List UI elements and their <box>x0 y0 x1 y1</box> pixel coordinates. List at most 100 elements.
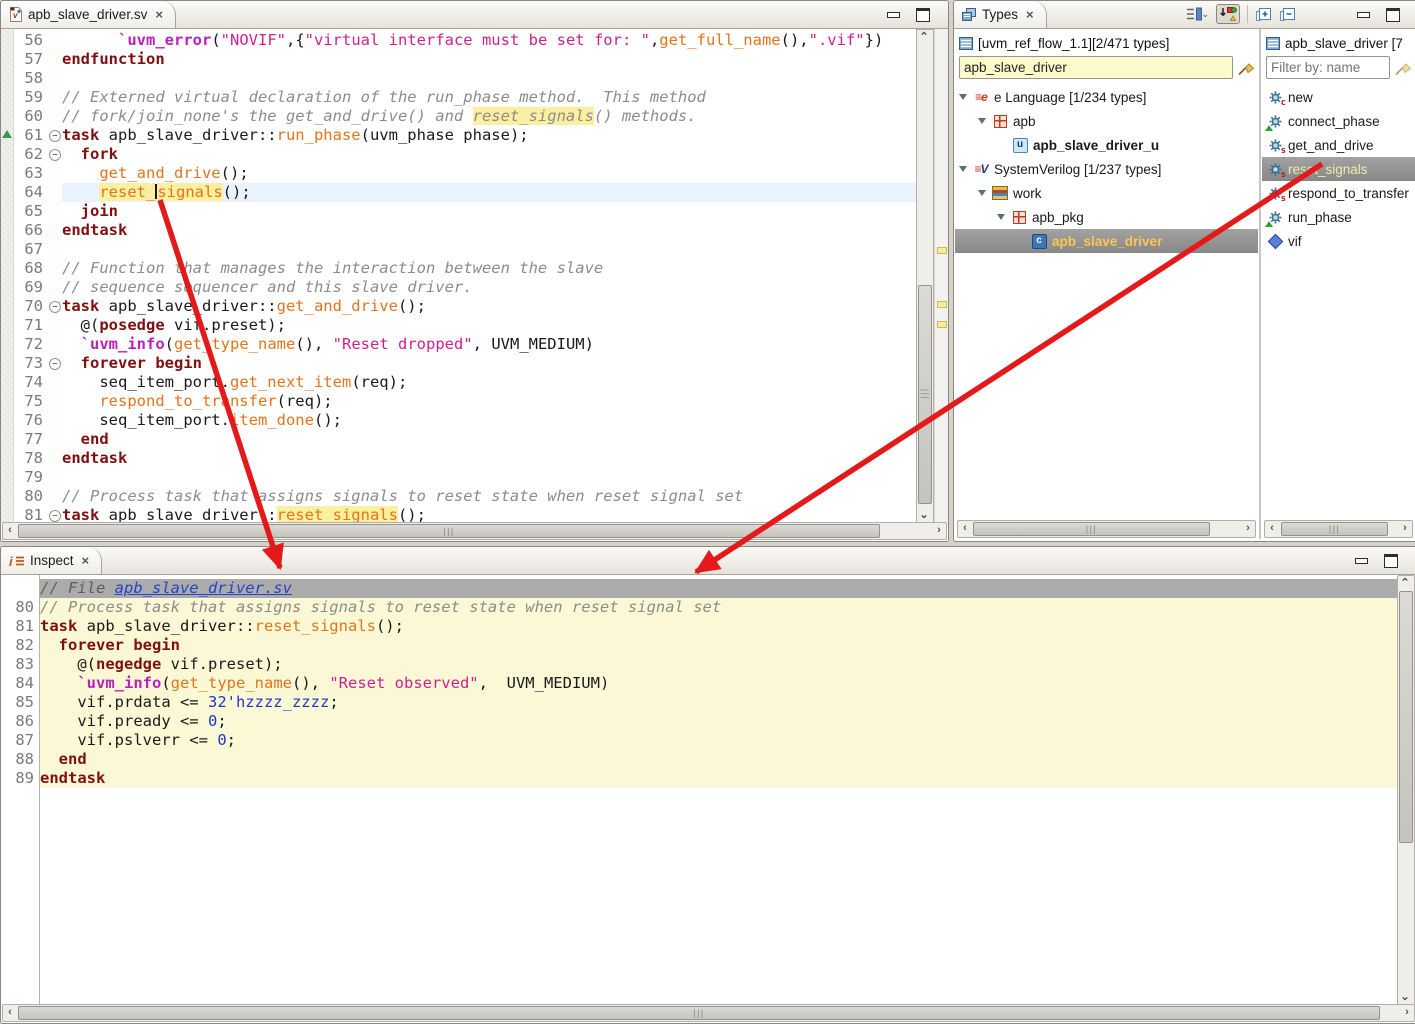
inspect-horizontal-scrollbar[interactable]: ‹ ||| › <box>2 1004 1415 1022</box>
code-line: join <box>62 202 916 221</box>
inspect-code-area[interactable]: // File apb_slave_driver.sv// Process ta… <box>40 575 1399 1005</box>
editor-overview-ruler[interactable] <box>934 29 948 523</box>
fold-marker[interactable]: – <box>49 510 61 522</box>
clear-filter-broom-icon[interactable] <box>1394 59 1411 76</box>
expander-icon[interactable] <box>959 94 967 100</box>
fold-marker[interactable]: – <box>49 149 61 161</box>
line-number: 75 <box>14 392 48 411</box>
inspect-view: i Inspect × 80818283848586878889 // File… <box>0 546 1415 1024</box>
maximize-icon[interactable] <box>916 8 930 22</box>
link-with-editor-icon[interactable] <box>1216 4 1240 24</box>
expander-icon[interactable] <box>997 214 1005 220</box>
member-item-reset_signals[interactable]: sreset_signals <box>1262 157 1415 181</box>
tree-item-work[interactable]: work <box>955 181 1258 205</box>
constructor-method-icon: c <box>1281 98 1286 108</box>
fold-marker[interactable]: – <box>49 301 61 313</box>
minimize-icon[interactable] <box>887 12 900 18</box>
line-number: 56 <box>14 31 48 50</box>
line-number: 67 <box>14 240 48 259</box>
maximize-icon[interactable] <box>1386 8 1400 22</box>
close-icon[interactable]: × <box>1026 7 1034 22</box>
member-item-new[interactable]: cnew <box>1262 85 1415 109</box>
tree-item-label: SystemVerilog [1/237 types] <box>994 162 1161 177</box>
code-line: // Process task that assigns signals to … <box>40 598 1399 617</box>
editor-tab-title: apb_slave_driver.sv <box>28 7 147 22</box>
editor-fold-column: – – – – – <box>48 29 62 523</box>
clear-filter-broom-icon[interactable] <box>1237 59 1254 76</box>
line-number: 76 <box>14 411 48 430</box>
unit-icon: u <box>1013 138 1028 153</box>
member-item-run_phase[interactable]: run_phase <box>1262 205 1415 229</box>
minimize-icon[interactable] <box>1357 12 1370 18</box>
line-number: 79 <box>14 468 48 487</box>
member-item-vif[interactable]: vif <box>1262 229 1415 253</box>
code-line: endfunction <box>62 50 916 69</box>
expand-all-icon[interactable] <box>1255 7 1272 22</box>
types-tab-title: Types <box>982 7 1018 22</box>
line-number: 89 <box>1 769 39 788</box>
line-number: 64 <box>14 183 48 202</box>
tab-types[interactable]: Types × <box>954 1 1047 28</box>
sort-options-icon[interactable]: ⌄ <box>1184 6 1209 22</box>
expander-icon[interactable] <box>978 190 986 196</box>
tree-item-apb_slave_driver_u[interactable]: uapb_slave_driver_u <box>955 133 1258 157</box>
code-line: vif.pslverr <= 0; <box>40 731 1399 750</box>
tree-item-e[interactable]: ≡ee Language [1/234 types] <box>955 85 1258 109</box>
fold-marker[interactable]: – <box>49 358 61 370</box>
line-number: 60 <box>14 107 48 126</box>
code-line: fork <box>62 145 916 164</box>
tree-item-label: apb_pkg <box>1032 210 1084 225</box>
close-icon[interactable]: × <box>82 553 90 568</box>
tree-item-apb_slave_driver[interactable]: capb_slave_driver <box>955 229 1258 253</box>
types-tree: ≡ee Language [1/234 types]apbuapb_slave_… <box>955 85 1258 520</box>
svg-text:i: i <box>9 554 13 568</box>
tab-inspect[interactable]: i Inspect × <box>1 547 102 574</box>
member-item-get_and_drive[interactable]: sget_and_drive <box>1262 133 1415 157</box>
tree-item-systemverilog[interactable]: ≡V SystemVerilog [1/237 types] <box>955 157 1258 181</box>
editor-horizontal-scrollbar[interactable]: ‹ ||| › <box>2 522 947 540</box>
editor-body: 5657585960616263646566676869707172737475… <box>1 29 948 523</box>
code-line: task apb_slave_driver::run_phase(uvm_pha… <box>62 126 916 145</box>
line-number: 58 <box>14 69 48 88</box>
line-number: 69 <box>14 278 48 297</box>
collapse-all-icon[interactable] <box>1279 7 1296 22</box>
tree-item-label: work <box>1013 186 1042 201</box>
types-column-divider[interactable] <box>1259 29 1261 539</box>
code-line: reset_signals(); <box>62 183 916 202</box>
line-number: 68 <box>14 259 48 278</box>
member-item-connect_phase[interactable]: connect_phase <box>1262 109 1415 133</box>
systemverilog-icon: ≡V <box>974 162 987 176</box>
type-filter-input[interactable] <box>959 56 1233 79</box>
line-number: 57 <box>14 50 48 69</box>
task-method-icon: s <box>1281 146 1286 156</box>
file-link[interactable]: apb_slave_driver.sv <box>115 579 292 597</box>
expander-icon[interactable] <box>978 118 986 124</box>
line-number: 83 <box>1 655 39 674</box>
fold-marker[interactable]: – <box>49 130 61 142</box>
minimize-icon[interactable] <box>1355 558 1368 564</box>
code-line: task apb_slave_driver::get_and_drive(); <box>62 297 916 316</box>
members-horizontal-scrollbar[interactable]: ‹ ||| › <box>1264 520 1413 538</box>
line-number: 80 <box>14 487 48 506</box>
list-icon <box>1266 37 1280 50</box>
tree-item-apb[interactable]: apb <box>955 109 1258 133</box>
close-icon[interactable]: × <box>155 7 163 22</box>
member-item-label: respond_to_transfer <box>1288 186 1409 201</box>
editor-code-area[interactable]: `uvm_error("NOVIF",{"virtual interface m… <box>62 29 916 523</box>
types-window-buttons <box>1357 8 1400 22</box>
member-item-label: get_and_drive <box>1288 138 1374 153</box>
maximize-icon[interactable] <box>1384 554 1398 568</box>
tree-horizontal-scrollbar[interactable]: ‹ ||| › <box>957 520 1256 538</box>
tab-apb-slave-driver-sv[interactable]: v apb_slave_driver.sv × <box>1 1 176 28</box>
inspect-vertical-scrollbar[interactable]: ⌃ ⌄ <box>1397 575 1415 1005</box>
editor-vertical-scrollbar[interactable]: ⌃ ||| ⌄ <box>916 29 934 523</box>
member-item-respond_to_transfer[interactable]: srespond_to_transfer <box>1262 181 1415 205</box>
member-filter-input[interactable] <box>1266 56 1390 79</box>
tree-item-apb_pkg[interactable]: apb_pkg <box>955 205 1258 229</box>
line-number <box>1 579 39 598</box>
member-item-label: new <box>1288 90 1313 105</box>
expander-icon[interactable] <box>959 166 967 172</box>
editor-line-numbers: 5657585960616263646566676869707172737475… <box>14 29 48 523</box>
code-line <box>62 69 916 88</box>
types-toolbar: ⌄ <box>1184 4 1296 24</box>
